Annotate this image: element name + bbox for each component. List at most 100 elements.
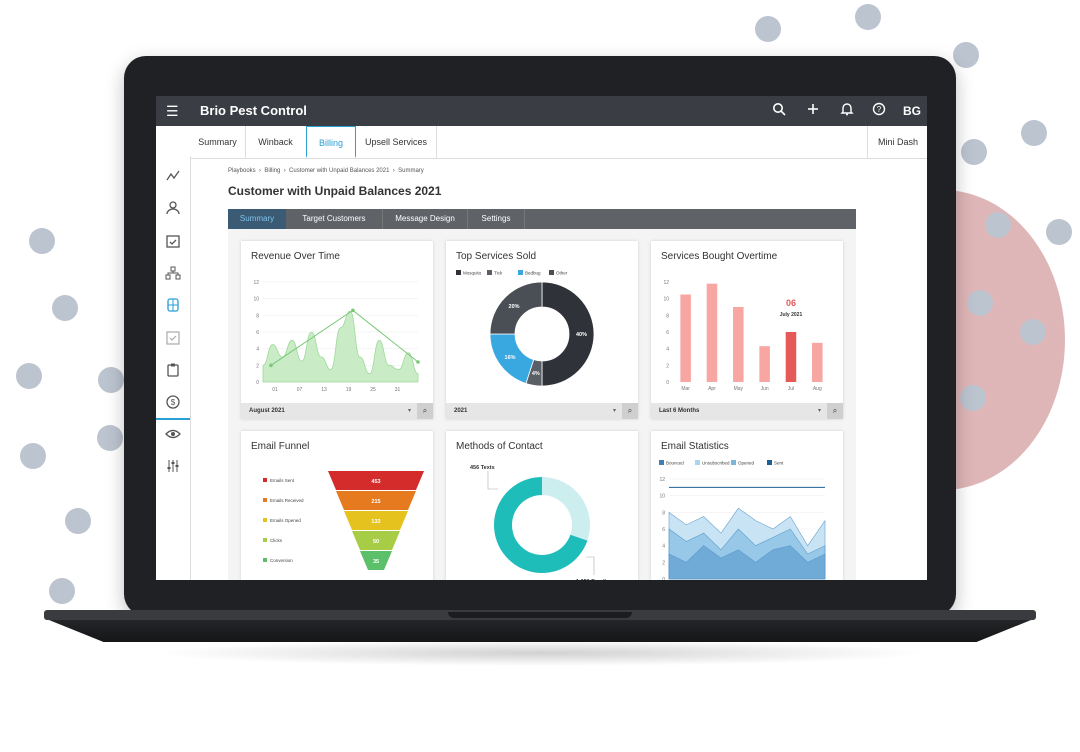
zoom-icon[interactable]: ⌕ [417,403,433,419]
card-top-services-sold: Top Services Sold Mosquito Tick Bedbug Othe… [446,241,638,419]
legend-label: Emails Opened [270,518,301,523]
y-tick-label: 0 [662,577,665,580]
main-tabs: Summary Winback Billing Upsell Services … [190,126,927,159]
methods-chart: 456 Texts 1,051 Emails [470,465,609,580]
y-tick-label: 4 [256,347,259,353]
services-bought-filter[interactable]: Last 6 Months ▾ ⌕ [651,403,843,419]
sidebar-selected-indicator [156,418,190,420]
legend-swatch [263,518,267,522]
subtab-target-customers[interactable]: Target Customers [286,209,383,229]
chevron-down-icon[interactable]: ▾ [408,407,411,414]
card-title: Methods of Contact [456,441,543,452]
breadcrumb-billing[interactable]: Billing [264,168,280,174]
chevron-down-icon[interactable]: ▾ [613,407,616,414]
search-icon[interactable] [772,102,786,119]
plus-icon[interactable] [806,102,820,119]
trend-point [269,363,273,368]
revenue-chart: 0 2 4 6 8 10 12 01 07 13 19 25 31 [253,280,420,393]
y-tick-label: 2 [662,560,665,566]
bell-icon[interactable] [840,102,854,119]
playbooks-icon[interactable] [165,297,181,313]
y-tick-label: 4 [666,347,669,353]
clipboard-icon[interactable] [165,362,181,378]
subtab-summary[interactable]: Summary [228,209,286,229]
funnel-value: 133 [371,519,380,525]
breadcrumb-playbook[interactable]: Customer with Unpaid Balances 2021 [289,168,389,174]
legend-label: Tick [494,271,503,276]
slice-label: 20% [509,304,520,310]
user-icon[interactable] [165,200,181,216]
laptop-notch [448,612,632,618]
tab-summary[interactable]: Summary [190,126,246,158]
zoom-icon[interactable]: ⌕ [827,403,843,419]
subtab-message-design[interactable]: Message Design [383,209,468,229]
eye-icon[interactable] [165,426,181,442]
legend-swatch [263,558,267,562]
card-title: Revenue Over Time [251,251,340,262]
card-title: Email Funnel [251,441,310,452]
y-tick-label: 2 [256,363,259,369]
dollar-icon[interactable]: $ [165,394,181,410]
label-leader [586,556,595,575]
y-tick-label: 6 [662,527,665,533]
card-title: Services Bought Overtime [661,251,778,262]
breadcrumb-playbooks[interactable]: Playbooks [228,168,256,174]
subtab-settings[interactable]: Settings [468,209,525,229]
x-tick-label: Jul [788,386,794,392]
user-avatar[interactable]: BG [903,104,921,118]
analytics-icon[interactable] [165,168,181,184]
legend-label: Clicks [270,538,283,543]
legend-label: Conversion [270,558,293,563]
top-bar: ☰ Brio Pest Control ? BG [156,96,927,126]
y-tick-label: 10 [253,297,259,303]
menu-icon[interactable]: ☰ [166,103,179,120]
trend-point [351,308,355,313]
calendar-check-icon[interactable] [165,233,181,249]
help-icon[interactable]: ? [872,102,886,119]
legend-swatch [731,460,736,465]
legend-label: Emails Sent [270,478,295,483]
card-methods-of-contact: Methods of Contact 456 Texts 1,051 Emails [446,431,638,580]
funnel-value: 35 [373,559,379,565]
email-funnel-chart: 453 Emails Sent 215 Emails Received 133 Email… [263,471,424,570]
y-tick-label: 12 [253,280,259,286]
legend-label: Other [556,271,568,276]
x-tick-label: 13 [321,387,327,393]
hierarchy-icon[interactable] [165,265,181,281]
legend-label: Bounced [666,461,684,466]
x-tick-label: Mar [681,386,690,392]
slice-label: 40% [576,332,587,338]
slice-label: 16% [505,355,516,361]
card-services-bought-overtime: Services Bought Overtime 0 2 4 6 8 10 12 Mar Apr… [651,241,843,419]
y-tick-label: 2 [666,363,669,369]
top-services-chart: Mosquito Tick Bedbug Other 40% 4% 16% 20% [456,270,595,387]
checkbox-icon[interactable] [165,330,181,346]
revenue-filter[interactable]: August 2021 ▾ ⌕ [241,403,433,419]
card-email-statistics: Email Statistics Bounced Unsubscribed Open… [651,431,843,580]
legend-swatch [263,538,267,542]
y-tick-label: 10 [659,494,665,500]
legend-swatch [263,498,267,502]
tab-upsell-services[interactable]: Upsell Services [356,126,437,158]
emails-label: 1,051 Emails [576,579,609,580]
x-tick-label: Apr [708,386,716,392]
slice-label: 4% [532,371,540,377]
top-services-filter[interactable]: 2021 ▾ ⌕ [446,403,638,419]
laptop-shadow [150,640,930,666]
filter-value: 2021 [454,408,468,414]
chevron-down-icon[interactable]: ▾ [818,407,821,414]
email-statistics-chart: Bounced Unsubscribed Opened Sent 0 2 4 6 8 10 12 [659,460,826,580]
tab-billing[interactable]: Billing [306,126,356,158]
services-bought-chart: 0 2 4 6 8 10 12 Mar Apr May Jun Jul Aug 06 July 2021 [663,280,823,392]
legend-label: Opened [738,461,755,466]
y-tick-label: 6 [256,330,259,336]
zoom-icon[interactable]: ⌕ [622,403,638,419]
card-email-funnel: Email Funnel 453 Emails Sent 215 Emails Rec… [241,431,433,580]
highlight-label: July 2021 [780,312,803,318]
mini-dash-button[interactable]: Mini Dash [867,126,927,158]
legend-label: Bedbug [525,271,541,276]
tab-winback[interactable]: Winback [245,126,307,158]
legend-swatch [695,460,700,465]
x-tick-label: 01 [272,387,278,393]
sliders-icon[interactable] [165,458,181,474]
